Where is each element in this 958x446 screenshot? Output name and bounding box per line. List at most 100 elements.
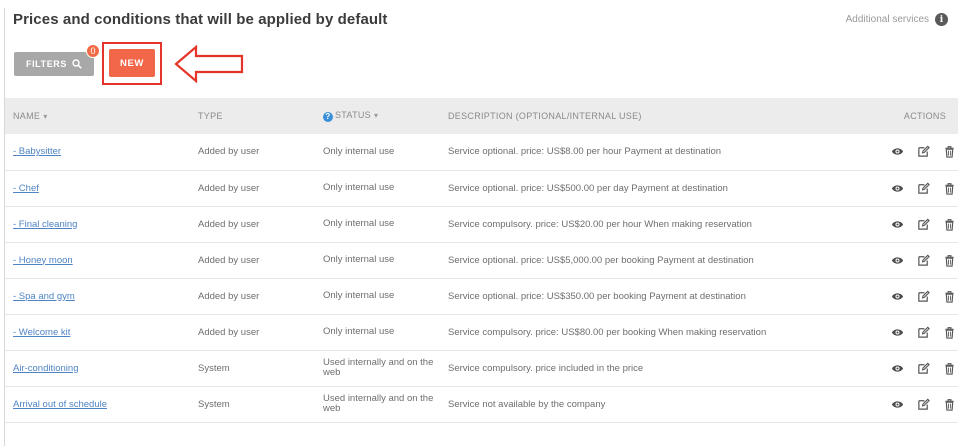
row-actions <box>858 314 958 350</box>
filters-button[interactable]: FILTERS <box>14 52 94 76</box>
column-header-status[interactable]: ? STATUS ▾ <box>323 98 448 134</box>
view-eye-icon[interactable] <box>891 145 904 158</box>
row-actions-group <box>858 145 958 158</box>
service-description-cell: Service compulsory. price: US$80.00 per … <box>448 326 767 338</box>
table-row: - Honey moon Added by user Only internal u… <box>5 242 958 278</box>
table-row: Arrival out of schedule System Used intern… <box>5 386 958 422</box>
service-name-link[interactable]: - Spa and gym <box>13 291 75 302</box>
service-status-cell: Only internal use <box>323 145 395 157</box>
additional-services[interactable]: Additional services i <box>846 13 948 26</box>
additional-services-label[interactable]: Additional services <box>846 14 929 25</box>
new-button[interactable]: NEW <box>109 49 155 77</box>
search-icon <box>72 59 82 69</box>
table-row: Air-conditioning System Used internally an… <box>5 350 958 386</box>
delete-trash-icon[interactable] <box>943 290 956 303</box>
table-row: - Welcome kit Added by user Only internal … <box>5 314 958 350</box>
filters-label: FILTERS <box>25 59 68 69</box>
table-header-row: NAME ▾ TYPE ? STATUS ▾ DESCRIPTION (OPTIONA… <box>5 98 958 134</box>
view-eye-icon[interactable] <box>891 290 904 303</box>
service-name-link[interactable]: - Final cleaning <box>13 219 77 230</box>
service-type-cell: Added by user <box>198 182 260 194</box>
view-eye-icon[interactable] <box>891 218 904 231</box>
service-status-cell: Only internal use <box>323 326 395 337</box>
service-type-cell: System <box>198 398 230 410</box>
pointer-arrow-icon <box>174 44 244 84</box>
edit-icon[interactable] <box>917 254 930 267</box>
row-actions-group <box>858 362 958 375</box>
service-name-link[interactable]: - Welcome kit <box>13 327 70 338</box>
service-name-cell: - Spa and gym <box>5 278 198 314</box>
service-name-link[interactable]: - Chef <box>13 183 39 194</box>
view-eye-icon[interactable] <box>891 326 904 339</box>
column-header-status-label: STATUS <box>335 110 371 121</box>
view-eye-icon[interactable] <box>891 398 904 411</box>
delete-trash-icon[interactable] <box>943 362 956 375</box>
service-type-cell: Added by user <box>198 326 260 338</box>
edit-icon[interactable] <box>917 362 930 375</box>
service-description-cell: Service optional. price: US$8.00 per hou… <box>448 146 722 158</box>
info-icon[interactable]: i <box>935 13 948 26</box>
table-row: - Babysitter Added by user Only internal u… <box>5 134 958 170</box>
row-actions-group <box>858 218 958 231</box>
table-row: - Spa and gym Added by user Only internal … <box>5 278 958 314</box>
service-status-cell: Only internal use <box>323 290 395 301</box>
service-name-cell: - Chef <box>5 170 198 206</box>
service-name-cell: - Babysitter <box>5 134 198 170</box>
service-status-cell: Used internally and on the web <box>323 357 434 378</box>
row-actions-group <box>858 182 958 195</box>
page-title: Prices and conditions that will be appli… <box>13 11 388 28</box>
service-name-cell: Air-conditioning <box>5 350 198 386</box>
service-status-cell: Only internal use <box>323 254 395 265</box>
service-name-link[interactable]: Air-conditioning <box>13 363 78 374</box>
delete-trash-icon[interactable] <box>943 218 956 231</box>
column-header-name[interactable]: NAME ▾ <box>5 98 198 134</box>
view-eye-icon[interactable] <box>891 362 904 375</box>
column-header-name-label: NAME <box>13 111 41 121</box>
service-name-cell: - Final cleaning <box>5 206 198 242</box>
table-row: - Final cleaning Added by user Only intern… <box>5 206 958 242</box>
sort-icon: ▾ <box>373 111 379 121</box>
service-type-cell: Added by user <box>198 146 260 158</box>
view-eye-icon[interactable] <box>891 182 904 195</box>
service-name-link[interactable]: - Babysitter <box>13 146 61 157</box>
service-description-cell: Service optional. price: US$350.00 per b… <box>448 290 746 302</box>
service-status-cell: Used internally and on the web <box>323 393 434 414</box>
service-name-cell: - Welcome kit <box>5 314 198 350</box>
service-name-cell: - Honey moon <box>5 242 198 278</box>
service-name-link[interactable]: Arrival out of schedule <box>13 399 107 410</box>
service-name-link[interactable]: - Honey moon <box>13 255 73 266</box>
filters-count-badge: 0 <box>86 44 100 58</box>
view-eye-icon[interactable] <box>891 254 904 267</box>
service-type-cell: Added by user <box>198 218 260 230</box>
service-name-cell: Arrival out of schedule <box>5 386 198 422</box>
row-actions <box>858 206 958 242</box>
help-icon[interactable]: ? <box>323 111 333 122</box>
delete-trash-icon[interactable] <box>943 145 956 158</box>
column-header-type: TYPE <box>198 111 223 121</box>
edit-icon[interactable] <box>917 398 930 411</box>
services-table: NAME ▾ TYPE ? STATUS ▾ DESCRIPTION (OPTIONA… <box>5 98 958 423</box>
row-actions <box>858 386 958 422</box>
row-actions-group <box>858 326 958 339</box>
delete-trash-icon[interactable] <box>943 326 956 339</box>
edit-icon[interactable] <box>917 182 930 195</box>
row-actions <box>858 134 958 170</box>
delete-trash-icon[interactable] <box>943 398 956 411</box>
service-status-cell: Only internal use <box>323 182 395 193</box>
table-row: - Chef Added by user Only internal use Serv… <box>5 170 958 206</box>
service-description-cell: Service compulsory. price: US$20.00 per … <box>448 218 752 230</box>
row-actions-group <box>858 398 958 411</box>
service-description-cell: Service not available by the company <box>448 398 606 410</box>
service-status-cell: Only internal use <box>323 218 395 229</box>
service-type-cell: Added by user <box>198 290 260 302</box>
edit-icon[interactable] <box>917 218 930 231</box>
edit-icon[interactable] <box>917 326 930 339</box>
edit-icon[interactable] <box>917 290 930 303</box>
service-type-cell: System <box>198 362 230 374</box>
column-header-actions: ACTIONS <box>903 111 946 121</box>
edit-icon[interactable] <box>917 145 930 158</box>
delete-trash-icon[interactable] <box>943 182 956 195</box>
row-actions <box>858 278 958 314</box>
row-actions <box>858 242 958 278</box>
delete-trash-icon[interactable] <box>943 254 956 267</box>
